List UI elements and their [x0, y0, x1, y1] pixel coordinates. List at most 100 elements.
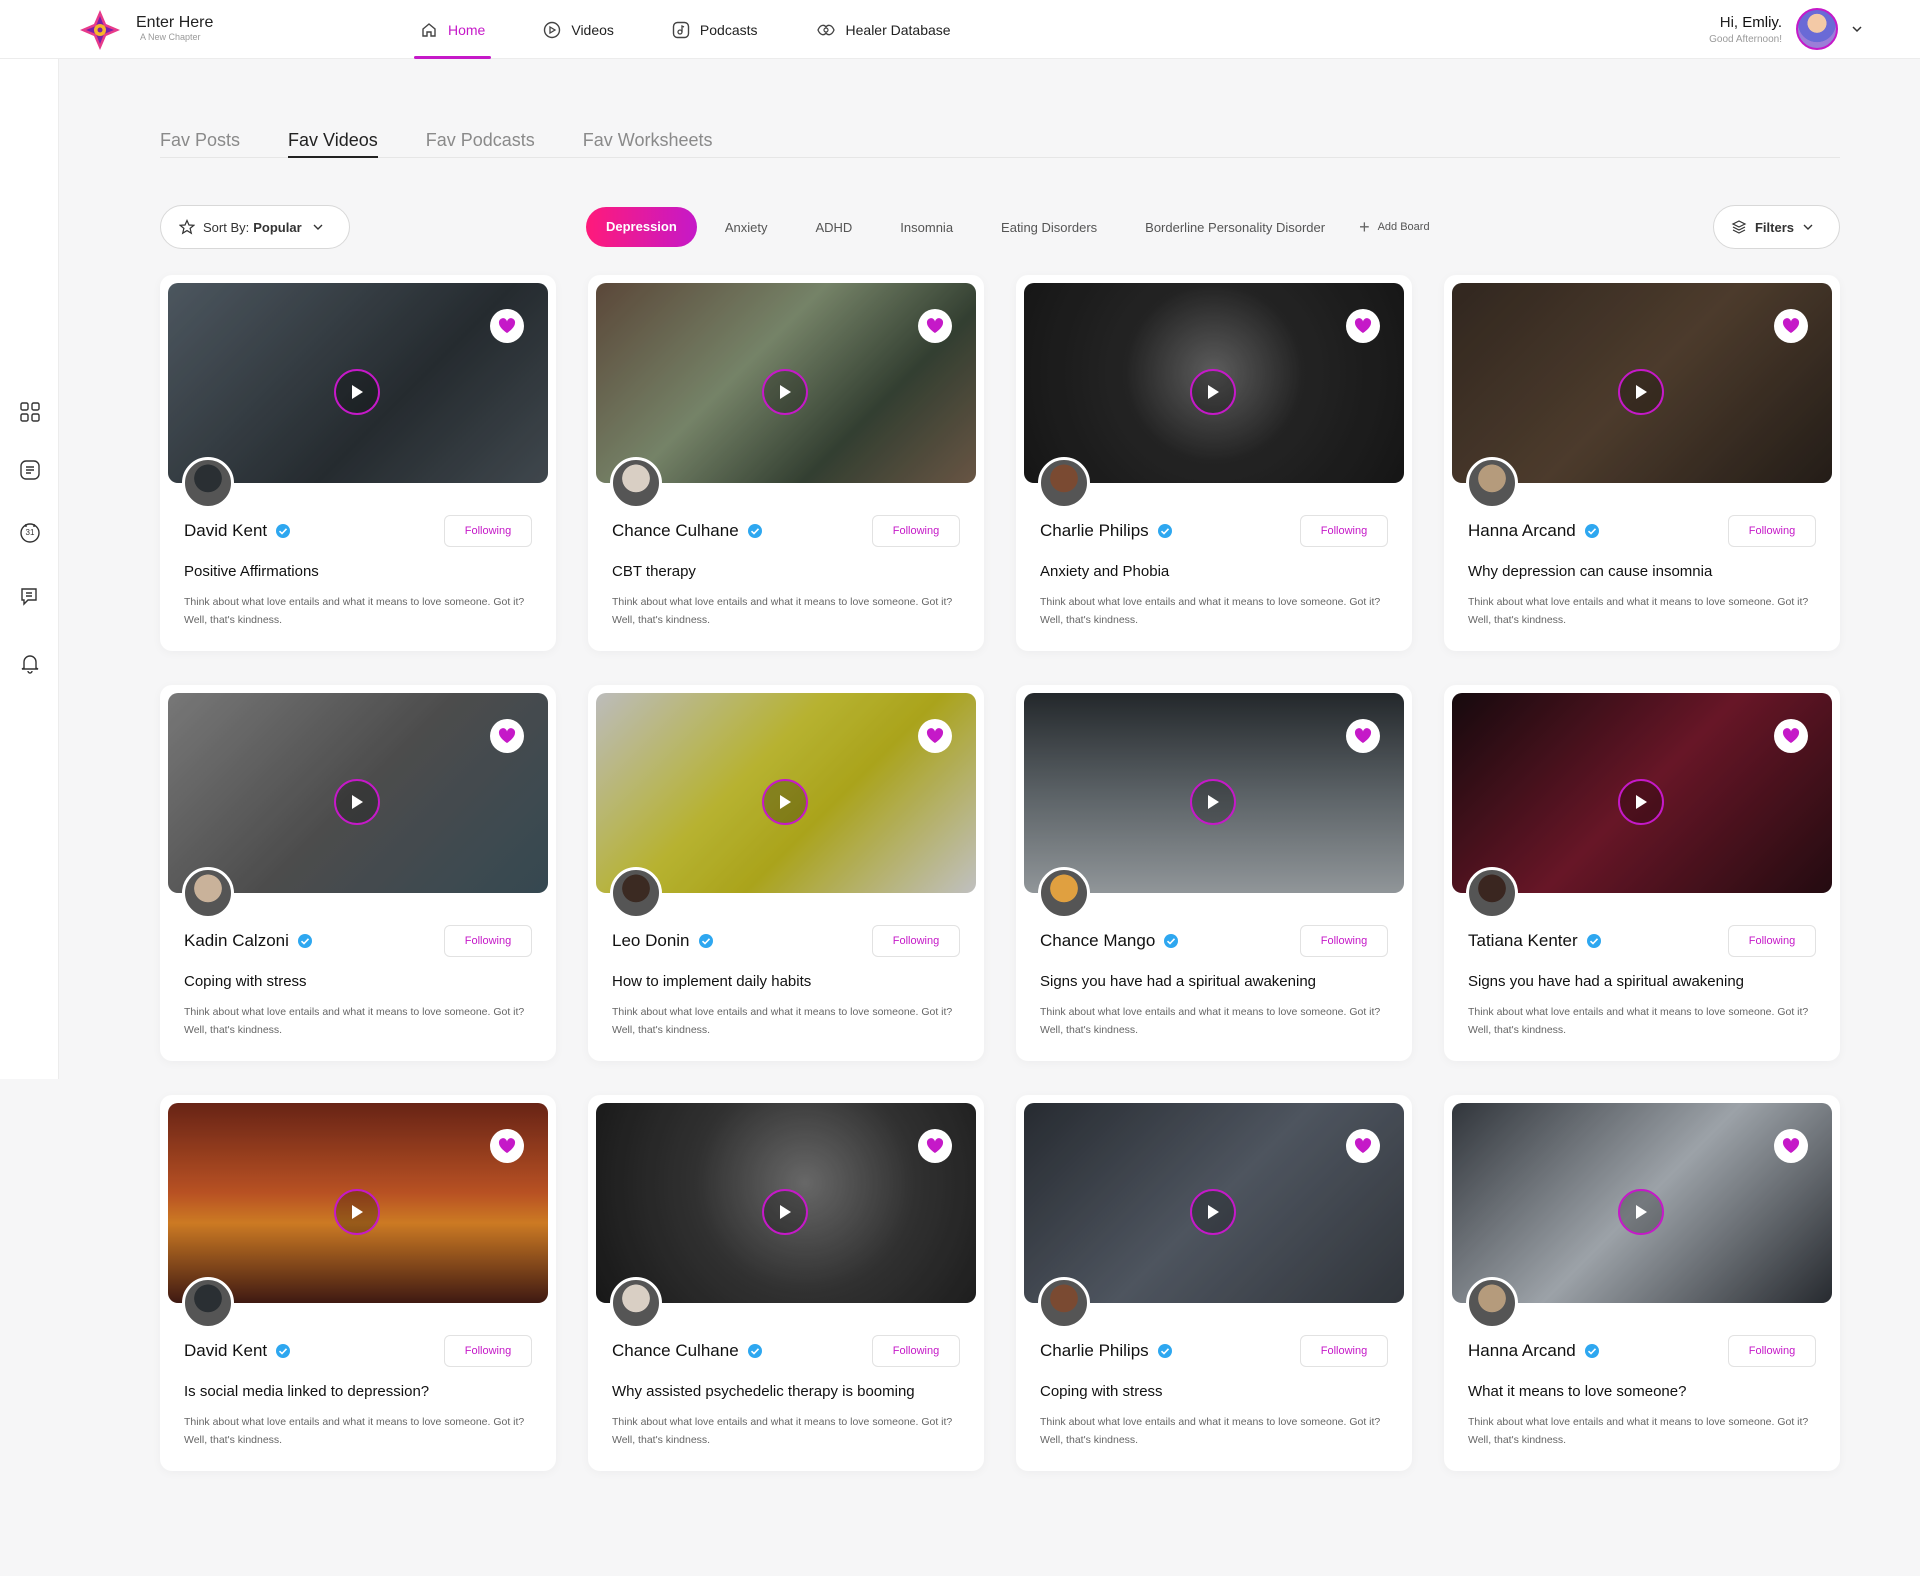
heart-icon[interactable]	[1346, 719, 1380, 753]
video-thumbnail[interactable]	[1024, 1103, 1404, 1303]
heart-icon[interactable]	[918, 1129, 952, 1163]
video-card[interactable]: Tatiana Kenter Following Signs you have …	[1444, 685, 1840, 1061]
avatar[interactable]	[1038, 457, 1090, 509]
category-depression[interactable]: Depression	[586, 207, 697, 247]
author-name-row[interactable]: David Kent	[184, 1341, 291, 1361]
video-card[interactable]: Leo Donin Following How to implement dai…	[588, 685, 984, 1061]
filters-button[interactable]: Filters	[1713, 205, 1840, 249]
posts-icon[interactable]	[19, 459, 41, 481]
avatar[interactable]	[1038, 867, 1090, 919]
author-name-row[interactable]: Chance Mango	[1040, 931, 1179, 951]
avatar[interactable]	[182, 457, 234, 509]
tab-fav-podcasts[interactable]: Fav Podcasts	[426, 120, 535, 157]
tab-fav-posts[interactable]: Fav Posts	[160, 120, 240, 157]
avatar[interactable]	[610, 457, 662, 509]
following-button[interactable]: Following	[1728, 925, 1816, 957]
following-button[interactable]: Following	[1728, 1335, 1816, 1367]
bell-icon[interactable]	[19, 652, 41, 674]
video-card[interactable]: Chance Mango Following Signs you have ha…	[1016, 685, 1412, 1061]
video-thumbnail[interactable]	[596, 693, 976, 893]
video-thumbnail[interactable]	[596, 283, 976, 483]
author-name-row[interactable]: Charlie Philips	[1040, 1341, 1173, 1361]
add-board-button[interactable]: + Add Board	[1359, 217, 1430, 238]
video-card[interactable]: Charlie Philips Following Anxiety and Ph…	[1016, 275, 1412, 651]
heart-icon[interactable]	[1346, 1129, 1380, 1163]
heart-icon[interactable]	[1774, 719, 1808, 753]
author-name-row[interactable]: David Kent	[184, 521, 291, 541]
following-button[interactable]: Following	[444, 1335, 532, 1367]
heart-icon[interactable]	[1774, 1129, 1808, 1163]
avatar[interactable]	[610, 867, 662, 919]
avatar[interactable]	[1466, 867, 1518, 919]
author-name-row[interactable]: Hanna Arcand	[1468, 1341, 1600, 1361]
nav-home[interactable]: Home	[413, 0, 492, 59]
following-button[interactable]: Following	[1728, 515, 1816, 547]
tab-fav-worksheets[interactable]: Fav Worksheets	[583, 120, 713, 157]
play-button[interactable]	[762, 1189, 808, 1235]
play-button[interactable]	[1190, 1189, 1236, 1235]
calendar-icon[interactable]: 31	[19, 522, 41, 544]
play-button[interactable]	[762, 369, 808, 415]
nav-podcasts[interactable]: Podcasts	[672, 0, 758, 59]
following-button[interactable]: Following	[872, 515, 960, 547]
heart-icon[interactable]	[490, 1129, 524, 1163]
logo-icon[interactable]	[78, 8, 122, 52]
video-thumbnail[interactable]	[1452, 1103, 1832, 1303]
heart-icon[interactable]	[490, 309, 524, 343]
play-button[interactable]	[762, 779, 808, 825]
video-thumbnail[interactable]	[168, 693, 548, 893]
avatar[interactable]	[1466, 1277, 1518, 1329]
avatar[interactable]	[1038, 1277, 1090, 1329]
following-button[interactable]: Following	[872, 1335, 960, 1367]
category-anxiety[interactable]: Anxiety	[725, 220, 768, 235]
video-thumbnail[interactable]	[596, 1103, 976, 1303]
following-button[interactable]: Following	[444, 515, 532, 547]
author-name-row[interactable]: Hanna Arcand	[1468, 521, 1600, 541]
video-card[interactable]: David Kent Following Is social media lin…	[160, 1095, 556, 1471]
category-eating-disorders[interactable]: Eating Disorders	[1001, 220, 1097, 235]
video-thumbnail[interactable]	[1452, 283, 1832, 483]
play-button[interactable]	[334, 1189, 380, 1235]
heart-icon[interactable]	[918, 719, 952, 753]
following-button[interactable]: Following	[1300, 925, 1388, 957]
category-adhd[interactable]: ADHD	[815, 220, 852, 235]
nav-healer-database[interactable]: Healer Database	[816, 0, 951, 59]
video-card[interactable]: Charlie Philips Following Coping with st…	[1016, 1095, 1412, 1471]
avatar[interactable]	[182, 867, 234, 919]
video-card[interactable]: Kadin Calzoni Following Coping with stre…	[160, 685, 556, 1061]
following-button[interactable]: Following	[444, 925, 532, 957]
grid-icon[interactable]	[19, 401, 41, 423]
author-name-row[interactable]: Chance Culhane	[612, 1341, 763, 1361]
sort-dropdown[interactable]: Sort By: Popular	[160, 205, 350, 249]
category-insomnia[interactable]: Insomnia	[900, 220, 953, 235]
chat-icon[interactable]	[19, 585, 41, 607]
following-button[interactable]: Following	[1300, 1335, 1388, 1367]
author-name-row[interactable]: Kadin Calzoni	[184, 931, 313, 951]
heart-icon[interactable]	[1774, 309, 1808, 343]
user-menu[interactable]: Hi, Emliy. Good Afternoon!	[1709, 8, 1864, 50]
nav-videos[interactable]: Videos	[543, 0, 614, 59]
video-card[interactable]: Chance Culhane Following Why assisted ps…	[588, 1095, 984, 1471]
following-button[interactable]: Following	[872, 925, 960, 957]
play-button[interactable]	[1190, 779, 1236, 825]
play-button[interactable]	[1618, 369, 1664, 415]
play-button[interactable]	[334, 779, 380, 825]
play-button[interactable]	[1618, 1189, 1664, 1235]
author-name-row[interactable]: Chance Culhane	[612, 521, 763, 541]
play-button[interactable]	[1190, 369, 1236, 415]
heart-icon[interactable]	[918, 309, 952, 343]
video-thumbnail[interactable]	[1024, 283, 1404, 483]
video-card[interactable]: David Kent Following Positive Affirmatio…	[160, 275, 556, 651]
video-thumbnail[interactable]	[1024, 693, 1404, 893]
play-button[interactable]	[334, 369, 380, 415]
chevron-down-icon[interactable]	[1850, 22, 1864, 36]
author-name-row[interactable]: Leo Donin	[612, 931, 714, 951]
heart-icon[interactable]	[490, 719, 524, 753]
heart-icon[interactable]	[1346, 309, 1380, 343]
video-thumbnail[interactable]	[168, 283, 548, 483]
following-button[interactable]: Following	[1300, 515, 1388, 547]
category-borderline-personality-disorder[interactable]: Borderline Personality Disorder	[1145, 220, 1325, 235]
video-card[interactable]: Chance Culhane Following CBT therapy Thi…	[588, 275, 984, 651]
video-thumbnail[interactable]	[1452, 693, 1832, 893]
author-name-row[interactable]: Charlie Philips	[1040, 521, 1173, 541]
